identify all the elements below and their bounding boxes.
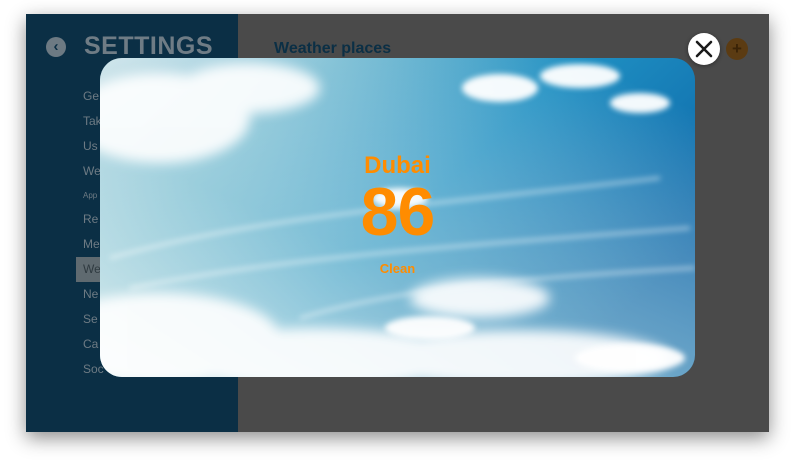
close-icon [695,40,713,58]
settings-title: SETTINGS [84,32,214,60]
weather-modal: Dubai 86 Clean [100,58,695,377]
page-heading: Weather places [274,40,392,57]
temperature-value: 86 [360,174,436,250]
weather-readout: Dubai 86 Clean [100,58,695,377]
close-button[interactable] [688,33,720,65]
weather-condition: Clean [379,261,416,276]
add-place-button[interactable]: + [726,38,748,60]
back-arrow-icon[interactable]: ‹ [46,37,66,57]
